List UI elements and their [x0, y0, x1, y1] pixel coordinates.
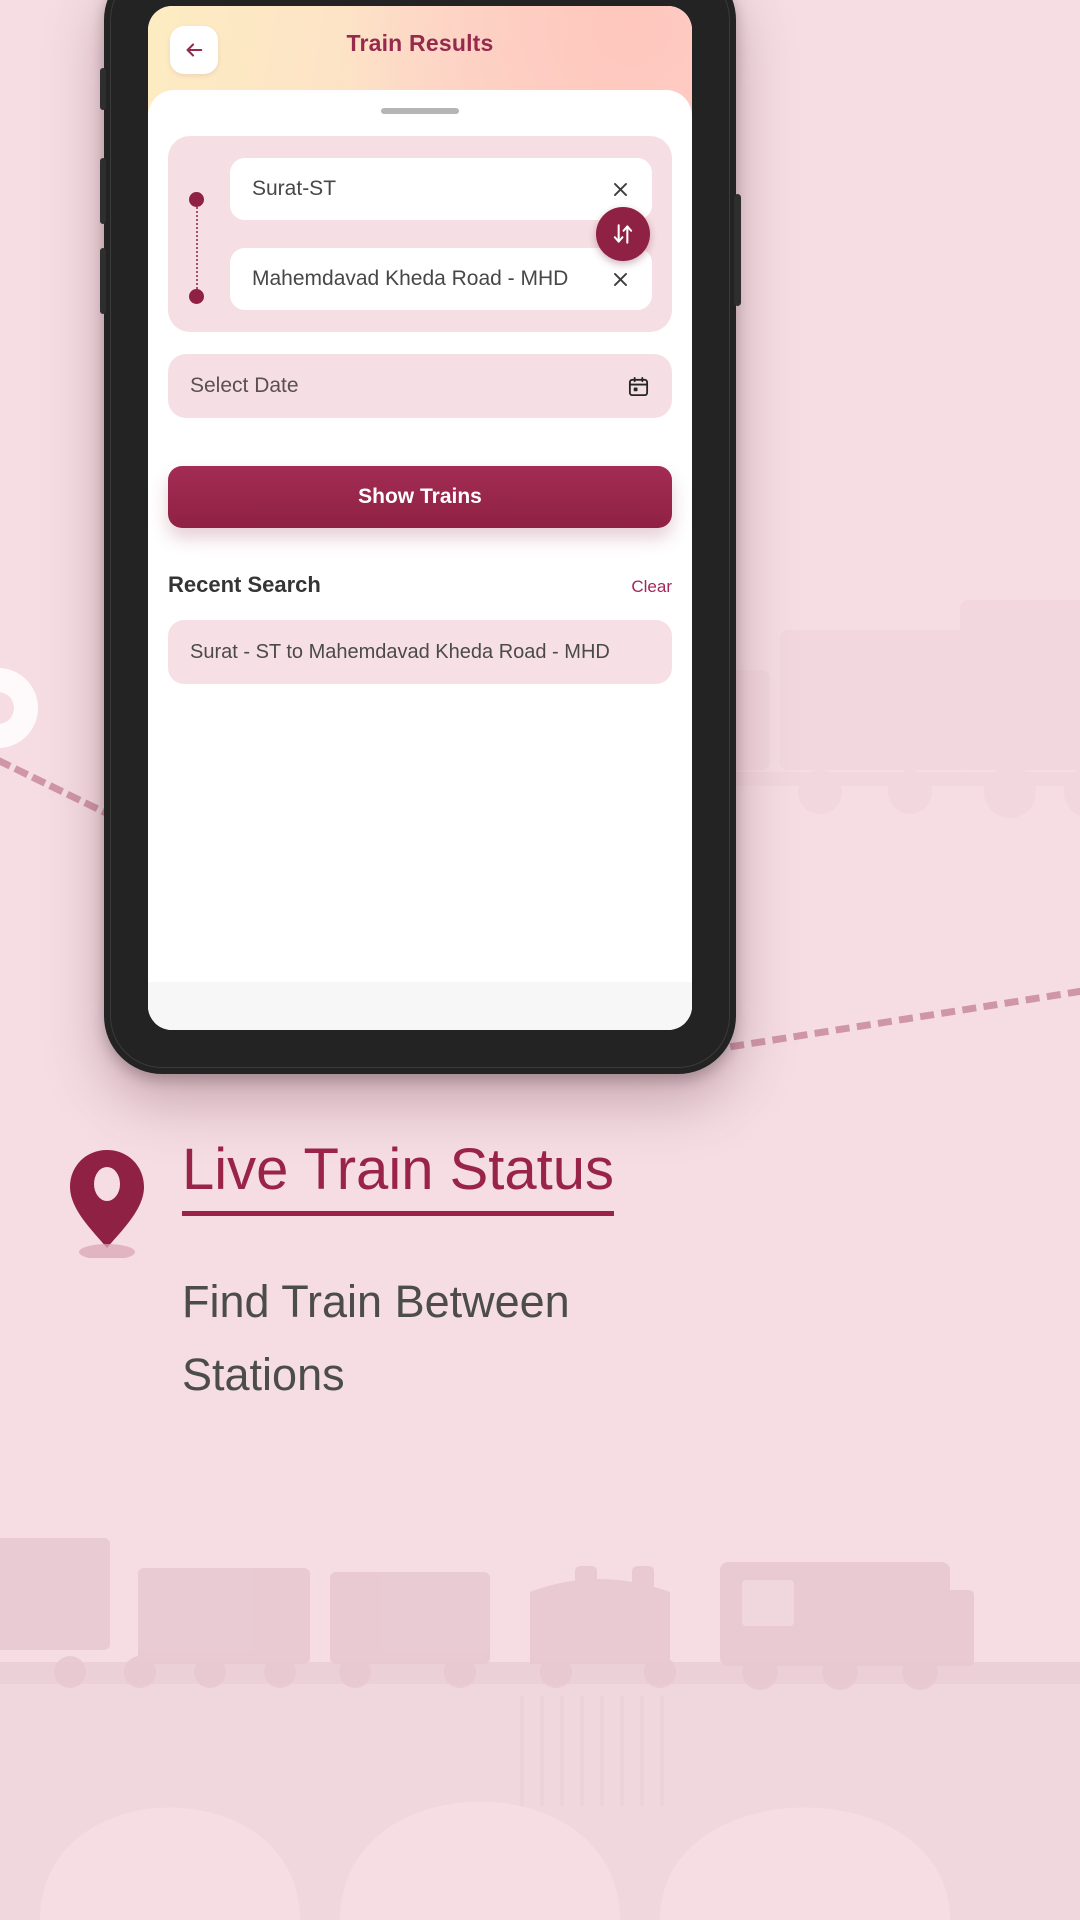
page-title: Train Results — [346, 30, 494, 56]
location-pin-icon — [64, 1148, 150, 1258]
station-search-card: Surat-ST Mahemdavad Kheda Road - MHD — [168, 136, 672, 332]
calendar-icon[interactable] — [627, 375, 650, 398]
promo-subtitle: Find Train Between Stations — [182, 1275, 570, 1400]
recent-search-item[interactable]: Surat - ST to Mahemdavad Kheda Road - MH… — [168, 620, 672, 684]
clear-recent-button[interactable]: Clear — [631, 577, 672, 597]
promo-title: Live Train Status — [182, 1139, 614, 1216]
content-sheet: Surat-ST Mahemdavad Kheda Road - MHD Sel… — [148, 90, 692, 1030]
destination-station-value: Mahemdavad Kheda Road - MHD — [252, 267, 569, 290]
date-field[interactable]: Select Date — [168, 354, 672, 418]
origin-clear-button[interactable] — [606, 175, 634, 203]
destination-clear-button[interactable] — [606, 265, 634, 293]
phone-screen: Train Results Surat-ST Mahemdavad Kheda … — [148, 6, 692, 1030]
swap-vertical-icon — [613, 224, 633, 244]
destination-dot — [189, 289, 204, 304]
recent-search-item-label: Surat - ST to Mahemdavad Kheda Road - MH… — [190, 640, 610, 663]
origin-station-value: Surat-ST — [252, 177, 337, 200]
close-icon — [613, 272, 627, 286]
phone-volume-up-button — [100, 158, 106, 224]
promo-section: Live Train Status Find Train Between Sta… — [0, 1139, 1080, 1412]
close-icon — [613, 182, 627, 196]
phone-power-button — [734, 194, 741, 306]
origin-station-field[interactable]: Surat-ST — [230, 158, 652, 220]
bridge-train-watermark — [0, 1538, 1080, 1920]
swap-stations-button[interactable] — [596, 207, 650, 261]
show-trains-label: Show Trains — [358, 485, 482, 508]
home-indicator-area — [148, 982, 692, 1030]
phone-mute-button — [100, 68, 106, 110]
destination-station-field[interactable]: Mahemdavad Kheda Road - MHD — [230, 248, 652, 310]
recent-search-title: Recent Search — [168, 572, 321, 597]
phone-volume-down-button — [100, 248, 106, 314]
sheet-content: Surat-ST Mahemdavad Kheda Road - MHD Sel… — [148, 114, 692, 684]
origin-dot — [189, 192, 204, 207]
show-trains-button[interactable]: Show Trains — [168, 466, 672, 528]
phone-mockup: Train Results Surat-ST Mahemdavad Kheda … — [100, 0, 741, 1074]
route-dotted-line — [196, 207, 198, 289]
recent-search-header: Recent Search Clear — [168, 572, 672, 598]
date-placeholder: Select Date — [190, 374, 299, 397]
route-indicator — [189, 192, 204, 304]
dashed-line-right — [687, 984, 1080, 1057]
